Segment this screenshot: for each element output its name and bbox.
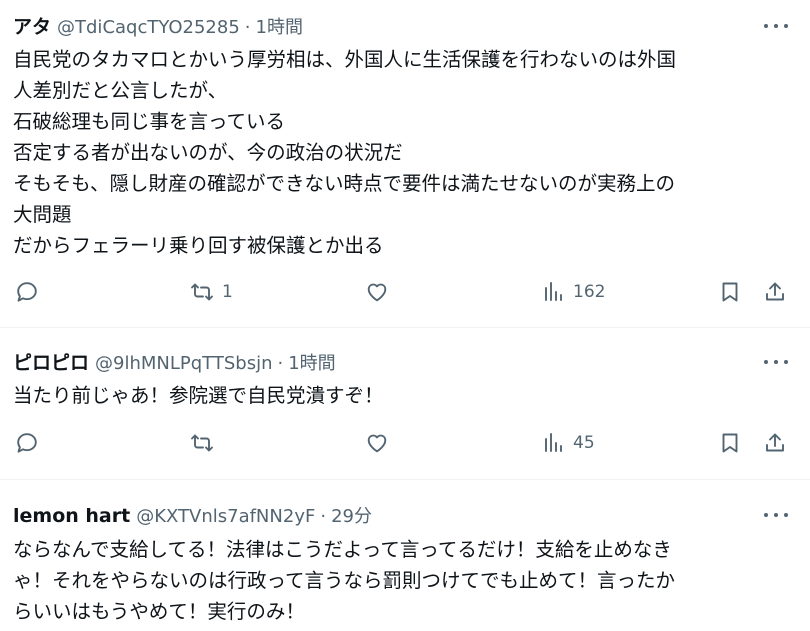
reply-icon (17, 282, 37, 302)
post-text-line: そもそも、隠し財産の確認ができない時点で要件は満たせないのが実務上の (13, 172, 676, 195)
author-handle[interactable]: @9lhMNLPqTTSbsjn (95, 353, 272, 374)
views-icon (545, 433, 562, 452)
views-count: 162 (573, 282, 606, 302)
post-text-line: 当たり前じゃあ！参院選で自民党潰すぞ！ (13, 384, 384, 407)
bookmark-icon (722, 433, 738, 453)
action-bar: 45 (0, 431, 810, 461)
author-name[interactable]: ピロピロ (13, 348, 89, 375)
post-text: 当たり前じゃあ！参院選で自民党潰すぞ！ (13, 380, 798, 411)
post-text-line: だからフェラーリ乗り回す被保護とか出る (13, 234, 384, 257)
views-count: 45 (573, 433, 595, 453)
author-name[interactable]: アタ (13, 12, 51, 39)
post-text-line: ゃ！それをやらないのは行政って言うなら罰則つけてでも止めて！言ったか (13, 569, 676, 592)
post[interactable]: ピロピロ @9lhMNLPqTTSbsjn · 1時間 当たり前じゃあ！参院選で… (0, 328, 810, 480)
share-button[interactable] (763, 431, 787, 455)
like-button[interactable] (365, 280, 389, 304)
retweet-icon (191, 283, 213, 301)
share-icon (766, 282, 784, 301)
more-icon[interactable] (764, 22, 788, 30)
action-bar: 1 162 (0, 280, 810, 310)
views-button[interactable]: 162 (541, 280, 605, 304)
post-time[interactable]: 29分 (331, 502, 372, 528)
like-icon (367, 283, 387, 302)
post-text-line: らいいはもうやめて！実行のみ！ (13, 600, 305, 623)
separator: · (320, 506, 327, 527)
retweet-button[interactable]: 1 (190, 280, 233, 304)
views-button[interactable]: 45 (541, 431, 595, 455)
post[interactable]: lemon hart @KXTVnls7afNN2yF · 29分 ならなんで支… (0, 480, 810, 631)
reply-button[interactable] (15, 280, 39, 304)
retweet-button[interactable] (190, 431, 214, 455)
more-icon[interactable] (764, 511, 788, 519)
separator: · (244, 17, 251, 38)
separator: · (277, 353, 284, 374)
author-handle[interactable]: @KXTVnls7afNN2yF (136, 506, 315, 527)
post-time[interactable]: 1時間 (256, 13, 303, 39)
post-header: lemon hart @KXTVnls7afNN2yF · 29分 (13, 502, 372, 528)
post-text-line: 否定する者が出ないのが、今の政治の状況だ (13, 141, 403, 164)
share-icon (766, 433, 784, 452)
post-text-line: 大問題 (13, 203, 72, 226)
reply-icon (17, 433, 37, 453)
post-header: ピロピロ @9lhMNLPqTTSbsjn · 1時間 (13, 348, 336, 375)
bookmark-icon (722, 282, 738, 302)
bookmark-button[interactable] (718, 280, 742, 304)
author-name[interactable]: lemon hart (13, 505, 130, 527)
views-icon (545, 282, 562, 301)
author-handle[interactable]: @TdiCaqcTYO25285 (57, 17, 240, 38)
retweet-count: 1 (222, 282, 233, 302)
post-text-line: 自民党のタカマロとかいう厚労相は、外国人に生活保護を行わないのは外国 (13, 48, 677, 71)
retweet-icon (191, 434, 213, 452)
post-text: 自民党のタカマロとかいう厚労相は、外国人に生活保護を行わないのは外国 人差別だと… (13, 44, 798, 261)
like-icon (367, 434, 387, 453)
post-header: アタ @TdiCaqcTYO25285 · 1時間 (13, 12, 303, 39)
more-icon[interactable] (764, 358, 788, 366)
post-text-line: ならなんで支給してる！法律はこうだよって言ってるだけ！支給を止めなき (13, 538, 672, 561)
post[interactable]: アタ @TdiCaqcTYO25285 · 1時間 自民党のタカマロとかいう厚労… (0, 0, 810, 328)
like-button[interactable] (365, 431, 389, 455)
post-text-line: 石破総理も同じ事を言っている (13, 110, 286, 133)
post-text: ならなんで支給してる！法律はこうだよって言ってるだけ！支給を止めなき ゃ！それを… (13, 534, 798, 627)
reply-button[interactable] (15, 431, 39, 455)
bookmark-button[interactable] (718, 431, 742, 455)
post-time[interactable]: 1時間 (288, 349, 335, 375)
share-button[interactable] (763, 280, 787, 304)
post-text-line: 人差別だと公言したが、 (13, 79, 228, 102)
